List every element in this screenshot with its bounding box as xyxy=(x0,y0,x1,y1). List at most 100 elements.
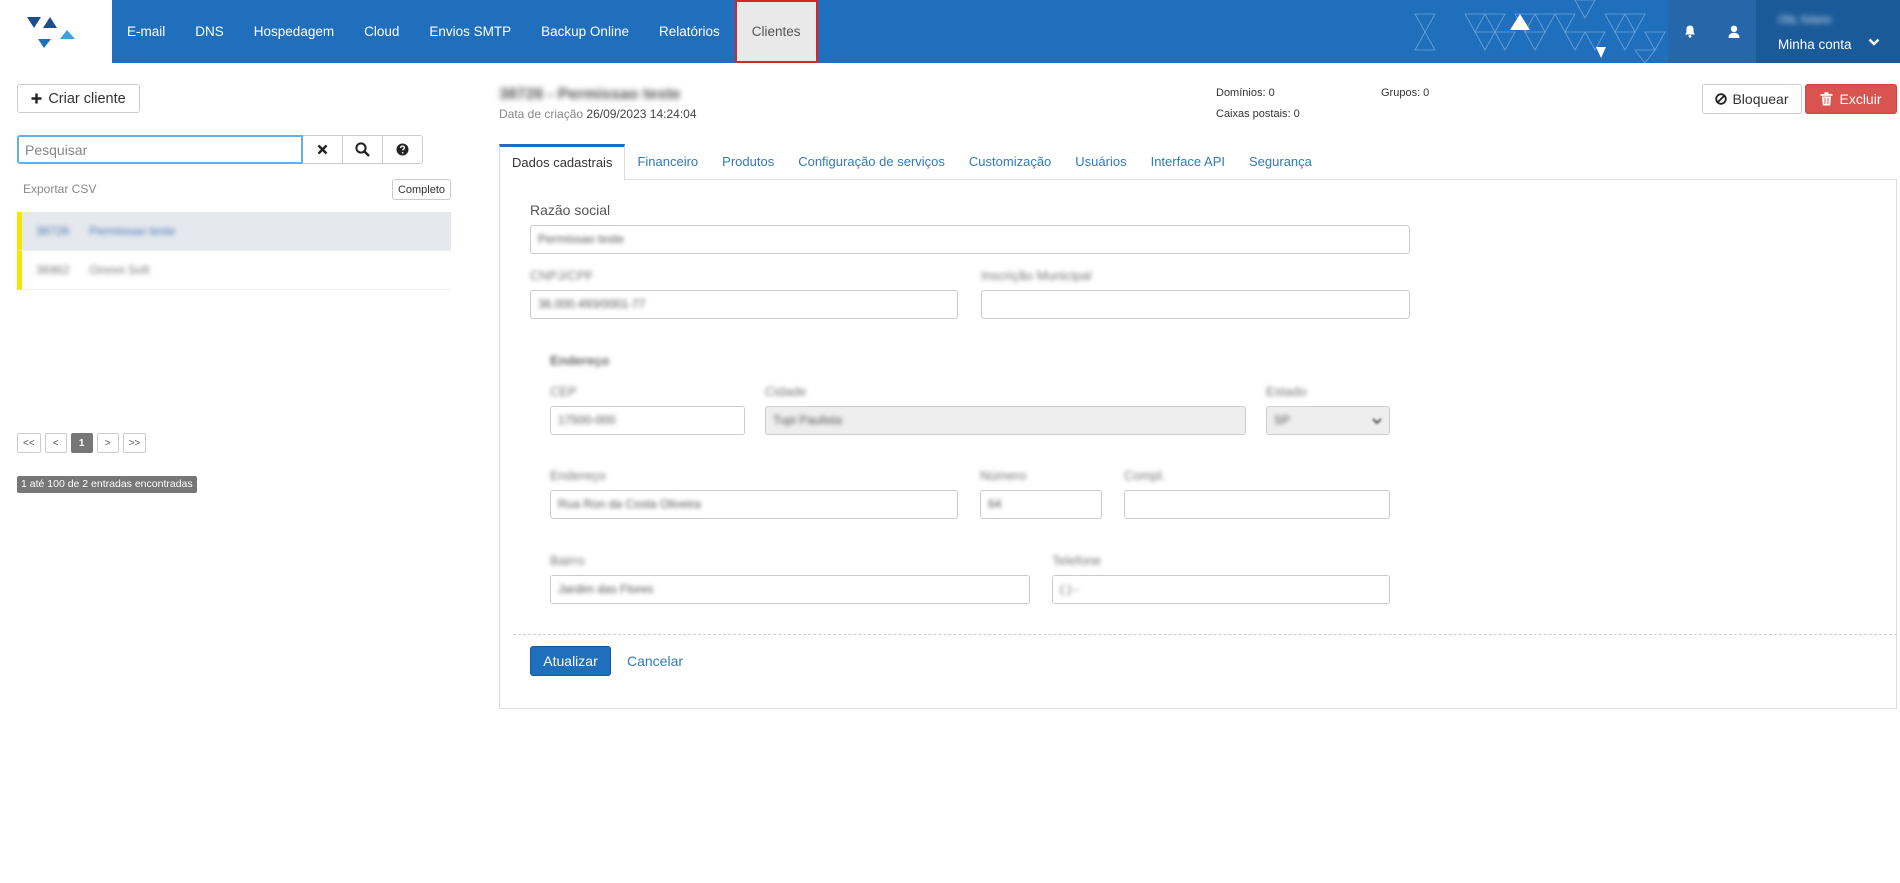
cancel-link[interactable]: Cancelar xyxy=(627,653,683,669)
razao-social-value: Permissao teste xyxy=(538,232,625,246)
help-icon xyxy=(396,143,409,156)
completo-button[interactable]: Completo xyxy=(392,179,451,200)
nav-email[interactable]: E-mail xyxy=(112,0,180,63)
estado-select[interactable]: SP xyxy=(1266,406,1390,435)
nav-cloud[interactable]: Cloud xyxy=(349,0,414,63)
cidade-label: Cidade xyxy=(765,384,807,399)
client-list: 38726 Permissao teste 36962 Omnni Soft xyxy=(17,212,451,290)
account-menu[interactable]: Olá, fulano Minha conta xyxy=(1756,0,1900,63)
nav-relatorios[interactable]: Relatórios xyxy=(644,0,735,63)
create-client-button[interactable]: Criar cliente xyxy=(17,84,140,113)
current-page-button[interactable]: 1 xyxy=(70,433,93,453)
clear-search-button[interactable] xyxy=(303,135,343,164)
tab-usuarios[interactable]: Usuários xyxy=(1063,144,1138,180)
prev-page-button[interactable]: < xyxy=(44,433,67,453)
tab-seguranca[interactable]: Segurança xyxy=(1237,144,1324,180)
decorative-pattern xyxy=(1410,0,1668,63)
cidade-value: Tupi Paulista xyxy=(773,413,842,427)
profile-button[interactable] xyxy=(1712,0,1756,63)
estado-value: SP xyxy=(1274,413,1291,427)
update-button[interactable]: Atualizar xyxy=(530,646,611,676)
tab-dados-cadastrais[interactable]: Dados cadastrais xyxy=(499,144,626,181)
plus-icon xyxy=(31,93,42,104)
client-tabs: Dados cadastrais Financeiro Produtos Con… xyxy=(499,144,1897,181)
delete-button[interactable]: Excluir xyxy=(1805,84,1897,114)
create-client-label: Criar cliente xyxy=(48,90,126,107)
delete-label: Excluir xyxy=(1839,91,1882,107)
cidade-input: Tupi Paulista xyxy=(765,406,1246,435)
estado-label: Estado xyxy=(1266,384,1307,399)
pagination: << < 1 > >> xyxy=(17,433,147,453)
search-bar xyxy=(17,135,425,164)
groups-count: Grupos: 0 xyxy=(1381,87,1430,99)
client-name: Omnni Soft xyxy=(89,263,150,277)
telefone-input[interactable]: ( ) - xyxy=(1052,575,1390,604)
bairro-input[interactable]: Jardim das Flores xyxy=(550,575,1030,604)
client-list-item[interactable]: 36962 Omnni Soft xyxy=(17,251,451,290)
endereco-input[interactable]: Rua Ron da Costa Oliveira xyxy=(550,490,958,519)
ban-icon xyxy=(1715,93,1728,105)
numero-label: Número xyxy=(980,468,1027,483)
client-name: Permissao teste xyxy=(89,224,176,238)
telefone-label: Telefone xyxy=(1052,553,1102,568)
first-page-button[interactable]: << xyxy=(17,433,41,453)
top-navbar: E-mail DNS Hospedagem Cloud Envios SMTP … xyxy=(0,0,1900,63)
chevron-down-icon xyxy=(1868,38,1880,46)
nav-dns[interactable]: DNS xyxy=(180,0,239,63)
created-label: Data de criação xyxy=(499,107,584,121)
next-page-button[interactable]: > xyxy=(96,433,119,453)
endereco-label: Endereço xyxy=(550,468,606,483)
last-page-button[interactable]: >> xyxy=(122,433,147,453)
cnpj-label: CNPJ/CPF xyxy=(530,268,594,283)
tab-produtos[interactable]: Produtos xyxy=(710,144,786,180)
block-button[interactable]: Bloquear xyxy=(1702,84,1802,114)
logo-icon xyxy=(27,17,75,48)
cnpj-value: 36.000.493/0001-77 xyxy=(538,297,646,311)
nav-backup-online[interactable]: Backup Online xyxy=(526,0,644,63)
endereco-section-title: Endereço xyxy=(550,353,610,368)
inscricao-municipal-input[interactable] xyxy=(981,290,1410,319)
form-divider xyxy=(513,634,1897,635)
complemento-input[interactable] xyxy=(1124,490,1390,519)
close-icon xyxy=(317,144,328,155)
endereco-value: Rua Ron da Costa Oliveira xyxy=(558,497,701,511)
telefone-value: ( ) - xyxy=(1060,582,1079,596)
logo[interactable] xyxy=(0,0,112,63)
cep-value: 17500-000 xyxy=(558,413,616,427)
search-button[interactable] xyxy=(343,135,383,164)
nav-clientes[interactable]: Clientes xyxy=(734,0,818,63)
cep-input[interactable]: 17500-000 xyxy=(550,406,745,435)
tab-financeiro[interactable]: Financeiro xyxy=(625,144,710,180)
nav-hospedagem[interactable]: Hospedagem xyxy=(239,0,349,63)
help-button[interactable] xyxy=(383,135,423,164)
search-icon xyxy=(355,142,370,157)
bairro-label: Bairro xyxy=(550,553,585,568)
entries-count-badge: 1 até 100 de 2 entradas encontradas xyxy=(17,476,197,493)
numero-value: 64 xyxy=(988,497,1002,511)
tab-interface-api[interactable]: Interface API xyxy=(1139,144,1237,180)
main-nav: E-mail DNS Hospedagem Cloud Envios SMTP … xyxy=(112,0,818,63)
razao-social-input[interactable]: Permissao teste xyxy=(530,225,1410,254)
notifications-button[interactable] xyxy=(1668,0,1712,63)
created-date: Data de criação 26/09/2023 14:24:04 xyxy=(499,107,697,121)
trash-icon xyxy=(1820,92,1833,106)
inscricao-municipal-label: Inscrição Municipal xyxy=(981,268,1092,283)
block-label: Bloquear xyxy=(1732,91,1789,107)
nav-envios-smtp[interactable]: Envios SMTP xyxy=(414,0,526,63)
tab-customizacao[interactable]: Customização xyxy=(957,144,1063,180)
tab-configuracao-servicos[interactable]: Configuração de serviços xyxy=(786,144,957,180)
client-title: 38726 - Permissao teste xyxy=(499,86,681,103)
complemento-label: Compl. xyxy=(1124,468,1166,483)
user-icon xyxy=(1728,25,1740,38)
created-value: 26/09/2023 14:24:04 xyxy=(586,107,697,121)
search-input[interactable] xyxy=(17,135,303,164)
domains-count: Domínios: 0 xyxy=(1216,87,1275,99)
client-id: 36962 xyxy=(36,263,70,277)
account-label: Minha conta xyxy=(1778,37,1852,52)
account-user-name: Olá, fulano xyxy=(1778,14,1832,26)
numero-input[interactable]: 64 xyxy=(980,490,1102,519)
chevron-down-icon xyxy=(1372,418,1382,425)
export-csv-link[interactable]: Exportar CSV xyxy=(23,182,96,196)
cnpj-input[interactable]: 36.000.493/0001-77 xyxy=(530,290,958,319)
client-list-item[interactable]: 38726 Permissao teste xyxy=(17,212,451,251)
